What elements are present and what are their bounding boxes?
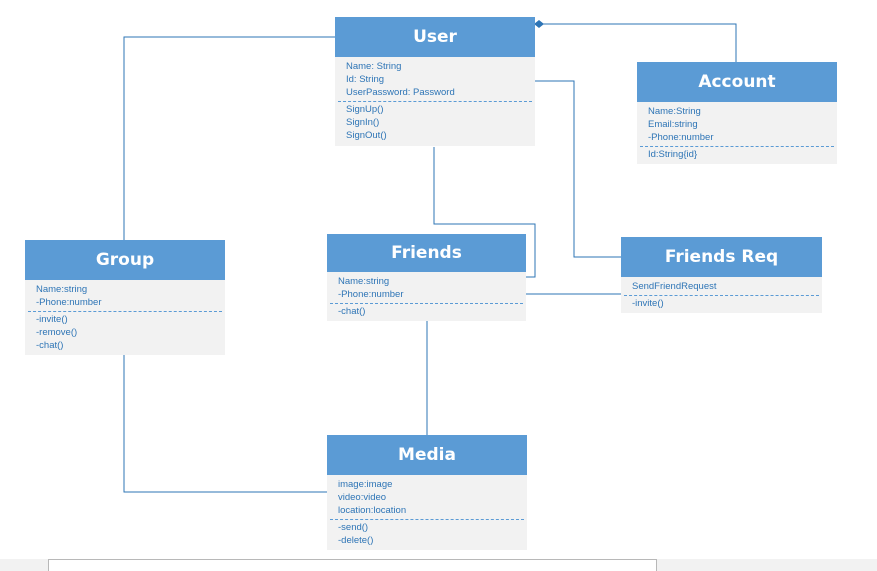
operation: -invite() bbox=[632, 298, 664, 309]
operation: Id:String{id} bbox=[648, 149, 698, 160]
operation: -invite() bbox=[36, 314, 68, 325]
class-account-title: Account bbox=[637, 62, 837, 102]
operation: SignUp() bbox=[346, 104, 384, 115]
class-friends-operations: -chat() bbox=[327, 304, 526, 320]
class-media[interactable]: Media image:image video:video location:l… bbox=[327, 435, 527, 550]
attribute: -Phone:number bbox=[36, 297, 102, 308]
operation: -chat() bbox=[338, 306, 366, 317]
class-group[interactable]: Group Name:string -Phone:number -invite(… bbox=[25, 240, 225, 355]
operation: SignIn() bbox=[346, 117, 380, 128]
class-user[interactable]: User Name: String Id: String UserPasswor… bbox=[335, 17, 535, 146]
attribute: Email:string bbox=[648, 119, 698, 130]
operation: -chat() bbox=[36, 340, 64, 351]
operation: -delete() bbox=[338, 535, 374, 546]
operation: -send() bbox=[338, 522, 369, 533]
class-media-title: Media bbox=[327, 435, 527, 475]
attribute: Name: String bbox=[346, 61, 402, 72]
class-friends-attributes: Name:string -Phone:number bbox=[327, 272, 526, 303]
class-friends-req-title: Friends Req bbox=[621, 237, 822, 277]
attribute: UserPassword: Password bbox=[346, 87, 455, 98]
connector-user-friendsreq bbox=[535, 80, 621, 258]
aggregation-diamond bbox=[534, 20, 544, 28]
class-account-attributes: Name:String Email:string -Phone:number bbox=[637, 102, 837, 146]
operation: SignOut() bbox=[346, 130, 387, 141]
class-user-title: User bbox=[335, 17, 535, 57]
connector-user-group bbox=[123, 36, 335, 240]
attribute: image:image bbox=[338, 479, 393, 490]
class-media-attributes: image:image video:video location:locatio… bbox=[327, 475, 527, 519]
class-friends-title: Friends bbox=[327, 234, 526, 272]
class-friends-req-operations: -invite() bbox=[621, 296, 822, 312]
class-friends[interactable]: Friends Name:string -Phone:number -chat(… bbox=[327, 234, 526, 321]
attribute: Name:string bbox=[36, 284, 88, 295]
class-group-title: Group bbox=[25, 240, 225, 280]
class-account-operations: Id:String{id} bbox=[637, 147, 837, 163]
class-media-operations: -send() -delete() bbox=[327, 520, 527, 549]
class-group-operations: -invite() -remove() -chat() bbox=[25, 312, 225, 354]
class-friends-req[interactable]: Friends Req SendFriendRequest -invite() bbox=[621, 237, 822, 313]
connector-group-media bbox=[123, 355, 327, 493]
attribute: video:video bbox=[338, 492, 387, 503]
class-user-attributes: Name: String Id: String UserPassword: Pa… bbox=[335, 57, 535, 101]
attribute: Name:String bbox=[648, 106, 701, 117]
class-account[interactable]: Account Name:String Email:string -Phone:… bbox=[637, 62, 837, 164]
operation: -remove() bbox=[36, 327, 78, 338]
class-group-attributes: Name:string -Phone:number bbox=[25, 280, 225, 311]
attribute: Name:string bbox=[338, 276, 390, 287]
next-page-edge bbox=[48, 559, 657, 571]
connector-account-user bbox=[539, 23, 737, 62]
attribute: SendFriendRequest bbox=[632, 281, 717, 292]
attribute: -Phone:number bbox=[338, 289, 404, 300]
attribute: Id: String bbox=[346, 74, 385, 85]
attribute: -Phone:number bbox=[648, 132, 714, 143]
class-user-operations: SignUp() SignIn() SignOut() bbox=[335, 102, 535, 144]
attribute: location:location bbox=[338, 505, 407, 516]
class-friends-req-attributes: SendFriendRequest bbox=[621, 277, 822, 295]
